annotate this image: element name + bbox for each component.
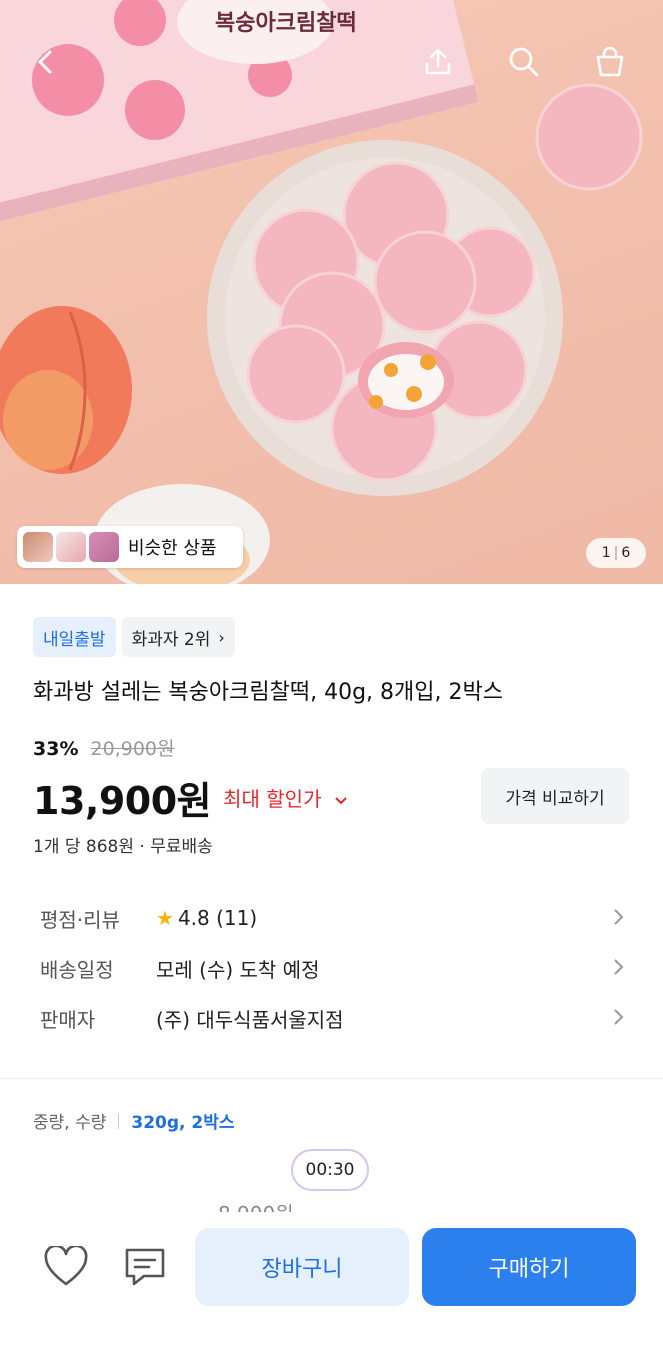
unit-price-shipping: 1개 당 868원 · 무료배송 xyxy=(33,837,213,857)
back-button[interactable] xyxy=(24,40,68,84)
product-image-gallery[interactable]: 복숭아크림찰떡 비슷한 상품 1 | 6 xyxy=(0,0,663,584)
bottom-action-bar: 장바구니 구매하기 xyxy=(0,1212,663,1362)
search-icon xyxy=(509,47,539,77)
countdown-timer: 00:30 xyxy=(291,1149,369,1191)
similar-thumb-3 xyxy=(89,532,119,562)
similar-products-button[interactable]: 비슷한 상품 xyxy=(17,526,243,568)
chevron-left-icon xyxy=(38,50,52,74)
price-row: 13,900원 최대 할인가 xyxy=(33,770,348,825)
delivery-value: 모레 (수) 도착 예정 xyxy=(156,957,320,982)
ranking-badge[interactable]: 화과자 2위 › xyxy=(121,617,235,657)
info-key: 평점·리뷰 xyxy=(40,907,120,932)
cart-button[interactable] xyxy=(588,40,632,84)
info-row-delivery[interactable]: 배송일정 모레 (수) 도착 예정 xyxy=(40,943,630,993)
discount-rate: 33% xyxy=(33,738,79,760)
discount-row: 33% 20,900원 xyxy=(33,734,175,761)
chevron-right-icon xyxy=(614,959,624,975)
similar-thumb-1 xyxy=(23,532,53,562)
total-pages: 6 xyxy=(621,545,631,561)
info-row-seller[interactable]: 판매자 (주) 대두식품서울지점 xyxy=(40,993,630,1043)
max-discount-label: 최대 할인가 xyxy=(223,787,322,811)
option-key: 중량, 수량 xyxy=(33,1113,107,1133)
info-row-rating[interactable]: 평점·리뷰 ★ 4.8 (11) xyxy=(40,893,630,943)
star-icon: ★ xyxy=(156,906,174,930)
option-value: 320g, 2박스 xyxy=(131,1113,235,1133)
chevron-right-icon xyxy=(614,1009,624,1025)
product-info-list: 평점·리뷰 ★ 4.8 (11) 배송일정 모레 (수) 도착 예정 판매자 (… xyxy=(40,893,630,1043)
add-to-cart-button[interactable]: 장바구니 xyxy=(195,1228,409,1306)
info-key: 배송일정 xyxy=(40,957,114,982)
buy-now-button[interactable]: 구매하기 xyxy=(422,1228,636,1306)
similar-thumb-2 xyxy=(56,532,86,562)
section-divider xyxy=(0,1078,663,1079)
current-page: 1 xyxy=(601,545,611,561)
scrolling-price: 8,900원 xyxy=(218,1198,294,1212)
product-photo: 복숭아크림찰떡 xyxy=(0,0,643,584)
rating-value: 4.8 (11) xyxy=(177,906,258,930)
seller-value: (주) 대두식품서울지점 xyxy=(156,1007,344,1032)
chevron-down-icon xyxy=(335,797,347,805)
option-row[interactable]: 중량, 수량 320g, 2박스 xyxy=(33,1108,235,1133)
similar-products-label: 비슷한 상품 xyxy=(128,538,217,559)
option-separator xyxy=(118,1112,120,1129)
share-icon xyxy=(425,48,451,75)
chevron-right-icon xyxy=(614,909,624,925)
page-separator: | xyxy=(613,545,619,561)
svg-text:복숭아크림찰떡: 복숭아크림찰떡 xyxy=(215,11,357,36)
ranking-label: 화과자 2위 xyxy=(131,629,211,650)
max-discount-dropdown[interactable]: 최대 할인가 xyxy=(223,783,348,812)
product-title: 화과방 설레는 복숭아크림찰떡, 40g, 8개입, 2박스 xyxy=(33,680,503,705)
delivery-badge: 내일출발 xyxy=(33,617,116,657)
chevron-right-icon: › xyxy=(218,627,225,647)
heart-icon xyxy=(44,1246,88,1286)
info-key: 판매자 xyxy=(40,1007,96,1032)
search-button[interactable] xyxy=(502,40,546,84)
sale-price: 13,900원 xyxy=(33,779,212,823)
price-compare-button[interactable]: 가격 비교하기 xyxy=(481,768,629,824)
wishlist-button[interactable] xyxy=(41,1242,91,1292)
product-badges: 내일출발 화과자 2위 › xyxy=(33,617,241,657)
share-button[interactable] xyxy=(416,40,460,84)
chat-icon xyxy=(125,1248,165,1286)
original-price: 20,900원 xyxy=(90,738,175,760)
image-page-counter: 1 | 6 xyxy=(586,538,646,568)
shopping-bag-icon xyxy=(596,46,624,77)
inquiry-button[interactable] xyxy=(120,1242,170,1292)
